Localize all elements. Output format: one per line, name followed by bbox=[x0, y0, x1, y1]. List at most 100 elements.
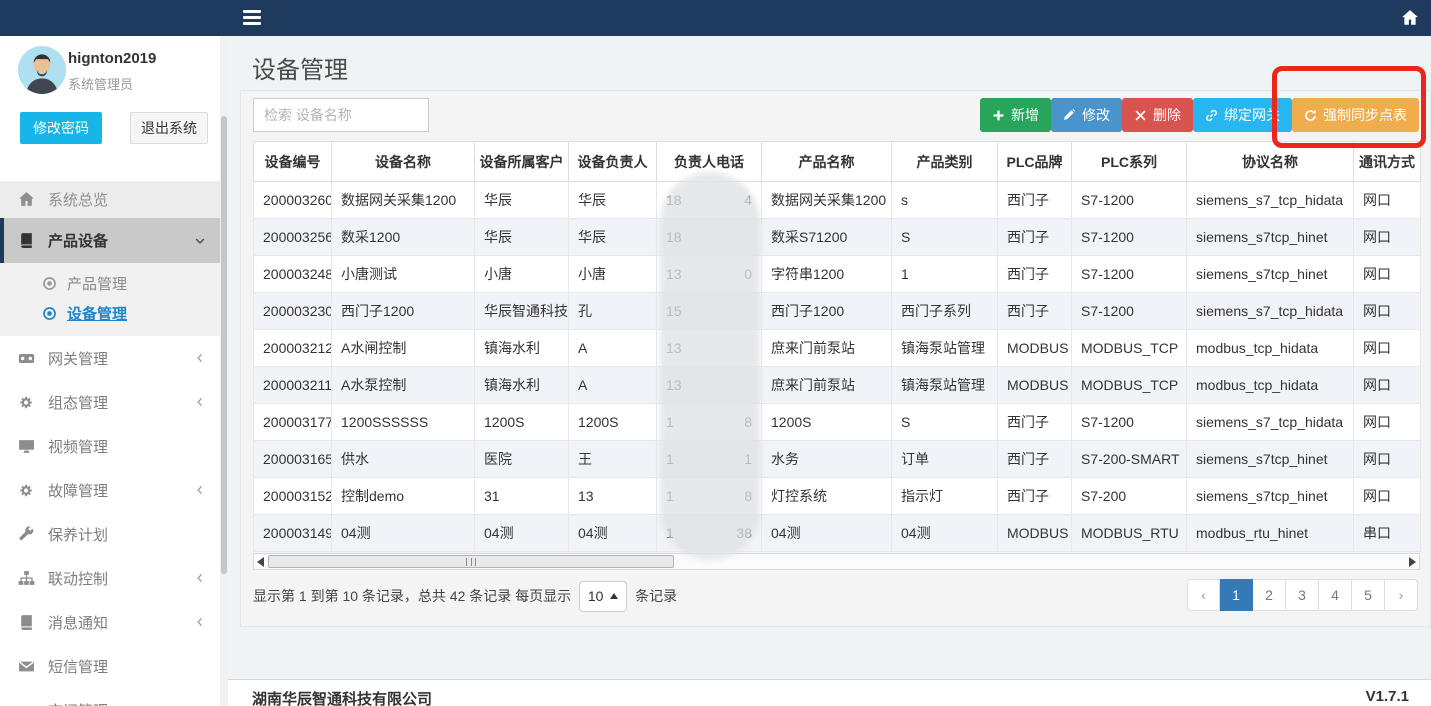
sidebar-item-maintenance-plan[interactable]: 保养计划 bbox=[0, 512, 222, 556]
sidebar-item-device-management[interactable]: 设备管理 bbox=[0, 298, 222, 328]
table-row[interactable]: 200003149 04测 04测 04测 138 04测 04测 MODBUS… bbox=[254, 515, 1421, 552]
table-row[interactable]: 200003260 数据网关采集1200 华辰 华辰 184 数据网关采集120… bbox=[254, 182, 1421, 219]
page-button-4[interactable]: 4 bbox=[1319, 579, 1352, 611]
col-owner: 设备负责人 bbox=[569, 142, 657, 182]
user-role: 系统管理员 bbox=[68, 74, 133, 93]
link-icon bbox=[1205, 109, 1218, 122]
col-comm-mode: 通讯方式 bbox=[1354, 142, 1421, 182]
sidebar-scrollbar[interactable] bbox=[220, 36, 228, 706]
user-panel: hignton2019 系统管理员 修改密码 退出系统 bbox=[0, 36, 228, 181]
plus-icon bbox=[992, 109, 1005, 122]
next-page-button[interactable]: › bbox=[1385, 579, 1418, 611]
username: hignton2019 bbox=[68, 50, 156, 67]
sidebar-item-product-management[interactable]: 产品管理 bbox=[0, 268, 222, 298]
search-input[interactable] bbox=[253, 98, 429, 132]
col-plc-series: PLC系列 bbox=[1072, 142, 1187, 182]
phone-cell: 13 bbox=[657, 330, 762, 367]
sidebar-toggle-hamburger-icon[interactable] bbox=[243, 10, 261, 25]
chevron-left-icon bbox=[194, 396, 206, 408]
sidebar-item-system-overview[interactable]: 系统总览 bbox=[0, 181, 222, 218]
page-title: 设备管理 bbox=[252, 50, 348, 85]
table-row[interactable]: 200003212 A水闸控制 镇海水利 A 13 庶来门前泵站 镇海泵站管理 … bbox=[254, 330, 1421, 367]
phone-cell: 18 bbox=[657, 219, 762, 256]
gears-icon bbox=[18, 394, 35, 411]
table-row[interactable]: 200003177 1200SSSSSS 1200S 1200S 18 1200… bbox=[254, 404, 1421, 441]
home-icon[interactable] bbox=[1401, 9, 1419, 27]
caret-up-icon bbox=[610, 593, 618, 599]
sidebar-item-product-device[interactable]: 产品设备 bbox=[0, 218, 222, 263]
phone-cell: 11 bbox=[657, 441, 762, 478]
force-sync-points-button[interactable]: 强制同步点表 bbox=[1292, 98, 1419, 132]
scroll-right-arrow-icon[interactable] bbox=[1409, 557, 1416, 567]
scroll-left-arrow-icon[interactable] bbox=[257, 557, 264, 567]
table-row[interactable]: 200003165 供水 医院 王 11 水务 订单 西门子 S7-200-SM… bbox=[254, 441, 1421, 478]
col-device-name: 设备名称 bbox=[332, 142, 475, 182]
sidebar-item-gateway-management[interactable]: 网关管理 bbox=[0, 336, 222, 380]
envelope-icon bbox=[18, 658, 35, 675]
monitor-icon bbox=[18, 438, 35, 455]
page-button-1[interactable]: 1 bbox=[1220, 579, 1253, 611]
table-row[interactable]: 200003230 西门子1200 华辰智通科技 孔 15 西门子1200 西门… bbox=[254, 293, 1421, 330]
company-name: 湖南华辰智通科技有限公司 bbox=[252, 688, 432, 706]
sitemap-icon bbox=[18, 570, 35, 587]
phone-cell: 184 bbox=[657, 182, 762, 219]
pagination: ‹ 1 2 3 4 5 › bbox=[1187, 579, 1418, 611]
device-table: 设备编号 设备名称 设备所属客户 设备负责人 负责人电话 产品名称 产品类别 P… bbox=[253, 141, 1421, 552]
version-label: V1.7.1 bbox=[1366, 688, 1409, 705]
chevron-left-icon bbox=[194, 352, 206, 364]
chevron-down-icon bbox=[194, 235, 206, 247]
sidebar-item-configuration-management[interactable]: 组态管理 bbox=[0, 380, 222, 424]
dot-circle-icon bbox=[42, 306, 57, 321]
table-row[interactable]: 200003248 小唐测试 小唐 小唐 130 字符串1200 1 西门子 S… bbox=[254, 256, 1421, 293]
col-plc-brand: PLC品牌 bbox=[998, 142, 1072, 182]
col-device-id: 设备编号 bbox=[254, 142, 332, 182]
gateway-icon bbox=[18, 702, 35, 706]
table-body: 200003260 数据网关采集1200 华辰 华辰 184 数据网关采集120… bbox=[254, 182, 1421, 552]
table-row[interactable]: 200003152 控制demo 31 13 18 灯控系统 指示灯 西门子 S… bbox=[254, 478, 1421, 515]
phone-cell: 138 bbox=[657, 515, 762, 552]
page-button-5[interactable]: 5 bbox=[1352, 579, 1385, 611]
main-content: 设备管理 新增 修改 删除 绑定网关 强制同步点表 bbox=[228, 36, 1431, 706]
sidebar-item-video-management[interactable]: 视频管理 bbox=[0, 424, 222, 468]
device-table-panel: 新增 修改 删除 绑定网关 强制同步点表 bbox=[240, 90, 1431, 627]
avatar bbox=[18, 46, 66, 94]
logout-button[interactable]: 退出系统 bbox=[130, 112, 208, 144]
col-customer: 设备所属客户 bbox=[475, 142, 569, 182]
col-product-name: 产品名称 bbox=[762, 142, 892, 182]
sidebar-item-message-notification[interactable]: 消息通知 bbox=[0, 600, 222, 644]
page-button-3[interactable]: 3 bbox=[1286, 579, 1319, 611]
page-button-2[interactable]: 2 bbox=[1253, 579, 1286, 611]
toolbar: 新增 修改 删除 绑定网关 强制同步点表 bbox=[980, 98, 1419, 132]
delete-button[interactable]: 删除 bbox=[1122, 98, 1193, 132]
dot-circle-icon bbox=[42, 276, 57, 291]
table-row[interactable]: 200003211 A水泵控制 镇海水利 A 13 庶来门前泵站 镇海泵站管理 … bbox=[254, 367, 1421, 404]
col-phone: 负责人电话 bbox=[657, 142, 762, 182]
phone-cell: 18 bbox=[657, 404, 762, 441]
wrench-icon bbox=[18, 526, 35, 543]
table-row[interactable]: 200003256 数采1200 华辰 华辰 18 数采S71200 S 西门子… bbox=[254, 219, 1421, 256]
sidebar-item-linkage-control[interactable]: 联动控制 bbox=[0, 556, 222, 600]
bind-gateway-button[interactable]: 绑定网关 bbox=[1193, 98, 1292, 132]
add-button[interactable]: 新增 bbox=[980, 98, 1051, 132]
horizontal-scrollbar-thumb[interactable] bbox=[268, 555, 674, 568]
phone-cell: 15 bbox=[657, 293, 762, 330]
sidebar-item-space-management[interactable]: 空间管理 bbox=[0, 688, 222, 706]
phone-cell: 13 bbox=[657, 367, 762, 404]
refresh-icon bbox=[1304, 109, 1317, 122]
sidebar-scrollbar-thumb[interactable] bbox=[221, 116, 227, 574]
book-icon bbox=[18, 232, 35, 249]
table-header: 设备编号 设备名称 设备所属客户 设备负责人 负责人电话 产品名称 产品类别 P… bbox=[254, 142, 1421, 182]
gateway-icon bbox=[18, 350, 35, 367]
col-product-category: 产品类别 bbox=[892, 142, 998, 182]
chevron-left-icon bbox=[194, 484, 206, 496]
prev-page-button[interactable]: ‹ bbox=[1187, 579, 1220, 611]
edit-button[interactable]: 修改 bbox=[1051, 98, 1122, 132]
top-navbar bbox=[0, 0, 1431, 36]
change-password-button[interactable]: 修改密码 bbox=[20, 112, 102, 144]
sidebar-item-fault-management[interactable]: 故障管理 bbox=[0, 468, 222, 512]
sidebar-item-sms-management[interactable]: 短信管理 bbox=[0, 644, 222, 688]
chevron-left-icon bbox=[194, 572, 206, 584]
gears-icon bbox=[18, 482, 35, 499]
page-size-select[interactable]: 10 bbox=[579, 581, 627, 612]
horizontal-scrollbar[interactable] bbox=[253, 553, 1420, 570]
